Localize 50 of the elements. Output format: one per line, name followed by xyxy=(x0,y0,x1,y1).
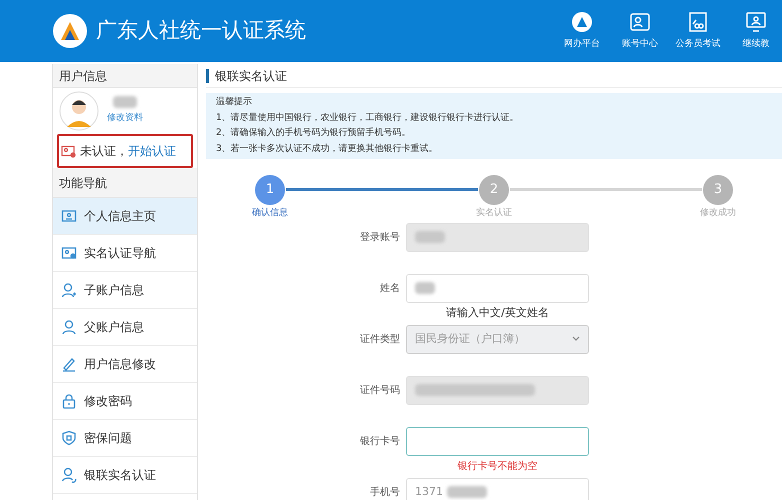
field-label: 证件类型 xyxy=(359,332,401,346)
caret-icon xyxy=(572,336,580,342)
id-card-icon xyxy=(629,10,651,33)
input-field[interactable] xyxy=(406,222,589,252)
input-field[interactable] xyxy=(406,426,589,456)
field-label: 姓名 xyxy=(379,282,401,296)
title-accent-bar xyxy=(206,68,209,82)
card-icon xyxy=(61,208,77,224)
step-label: 确认信息 xyxy=(252,207,288,220)
field-label: 登录账号 xyxy=(359,230,401,244)
field-hint: 请输入中文/英文姓名 xyxy=(445,305,550,322)
monitor-person-icon xyxy=(745,10,767,33)
error-message: 银行卡号不能为空 xyxy=(456,460,538,474)
field-label: 手机号 xyxy=(369,486,401,500)
status-text: 未认证， xyxy=(80,143,128,160)
notice-line: 3、若一张卡多次认证不成功，请更换其他银行卡重试。 xyxy=(216,142,439,156)
shield-icon xyxy=(61,430,77,446)
id-card-icon xyxy=(61,245,77,261)
notice-line: 2、请确保输入的手机号码为银行预留手机号码。 xyxy=(216,127,412,140)
page-title: 银联实名认证 xyxy=(215,68,287,84)
section-heading: 功能导航 xyxy=(53,168,197,198)
field-label: 银行卡号 xyxy=(359,434,401,448)
section-heading: 用户信息 xyxy=(53,64,197,88)
input-field[interactable] xyxy=(406,274,589,302)
edit-profile-link[interactable]: 修改资料 xyxy=(107,112,143,126)
field-label: 证件号码 xyxy=(359,384,401,398)
notice-heading: 温馨提示 xyxy=(216,96,253,109)
exam-paper-icon xyxy=(687,10,709,33)
site-title: 广东人社统一认证系统 xyxy=(96,17,306,44)
input-value: 1371 xyxy=(415,484,443,500)
user-arrows-icon xyxy=(61,467,77,483)
header-nav-link[interactable]: 继续教 xyxy=(732,10,780,52)
start-verification-link[interactable]: 开始认证 xyxy=(128,142,176,160)
step-label: 实名认证 xyxy=(476,207,512,220)
redacted-value xyxy=(113,96,137,108)
avatar-drawing xyxy=(59,91,99,131)
logo-icon xyxy=(52,13,88,49)
header-nav-link[interactable]: 账号中心 xyxy=(616,10,664,52)
lock-icon xyxy=(61,393,77,409)
id-card-icon xyxy=(61,144,76,158)
sidebar-item[interactable]: 个人信息主页 xyxy=(53,198,197,235)
input-field[interactable] xyxy=(406,376,589,404)
header-nav-link[interactable]: 公务员考试 xyxy=(674,10,722,52)
notice-line: 1、请尽量使用中国银行，农业银行，工商银行，建设银行银行卡进行认证。 xyxy=(216,112,520,124)
pen-icon xyxy=(61,356,77,372)
user-plus-icon xyxy=(61,282,77,298)
step-label: 修改成功 xyxy=(700,207,736,220)
header-nav-link[interactable]: 网办平台 xyxy=(558,10,606,52)
emblem-icon xyxy=(571,10,593,33)
user-icon xyxy=(61,319,77,335)
